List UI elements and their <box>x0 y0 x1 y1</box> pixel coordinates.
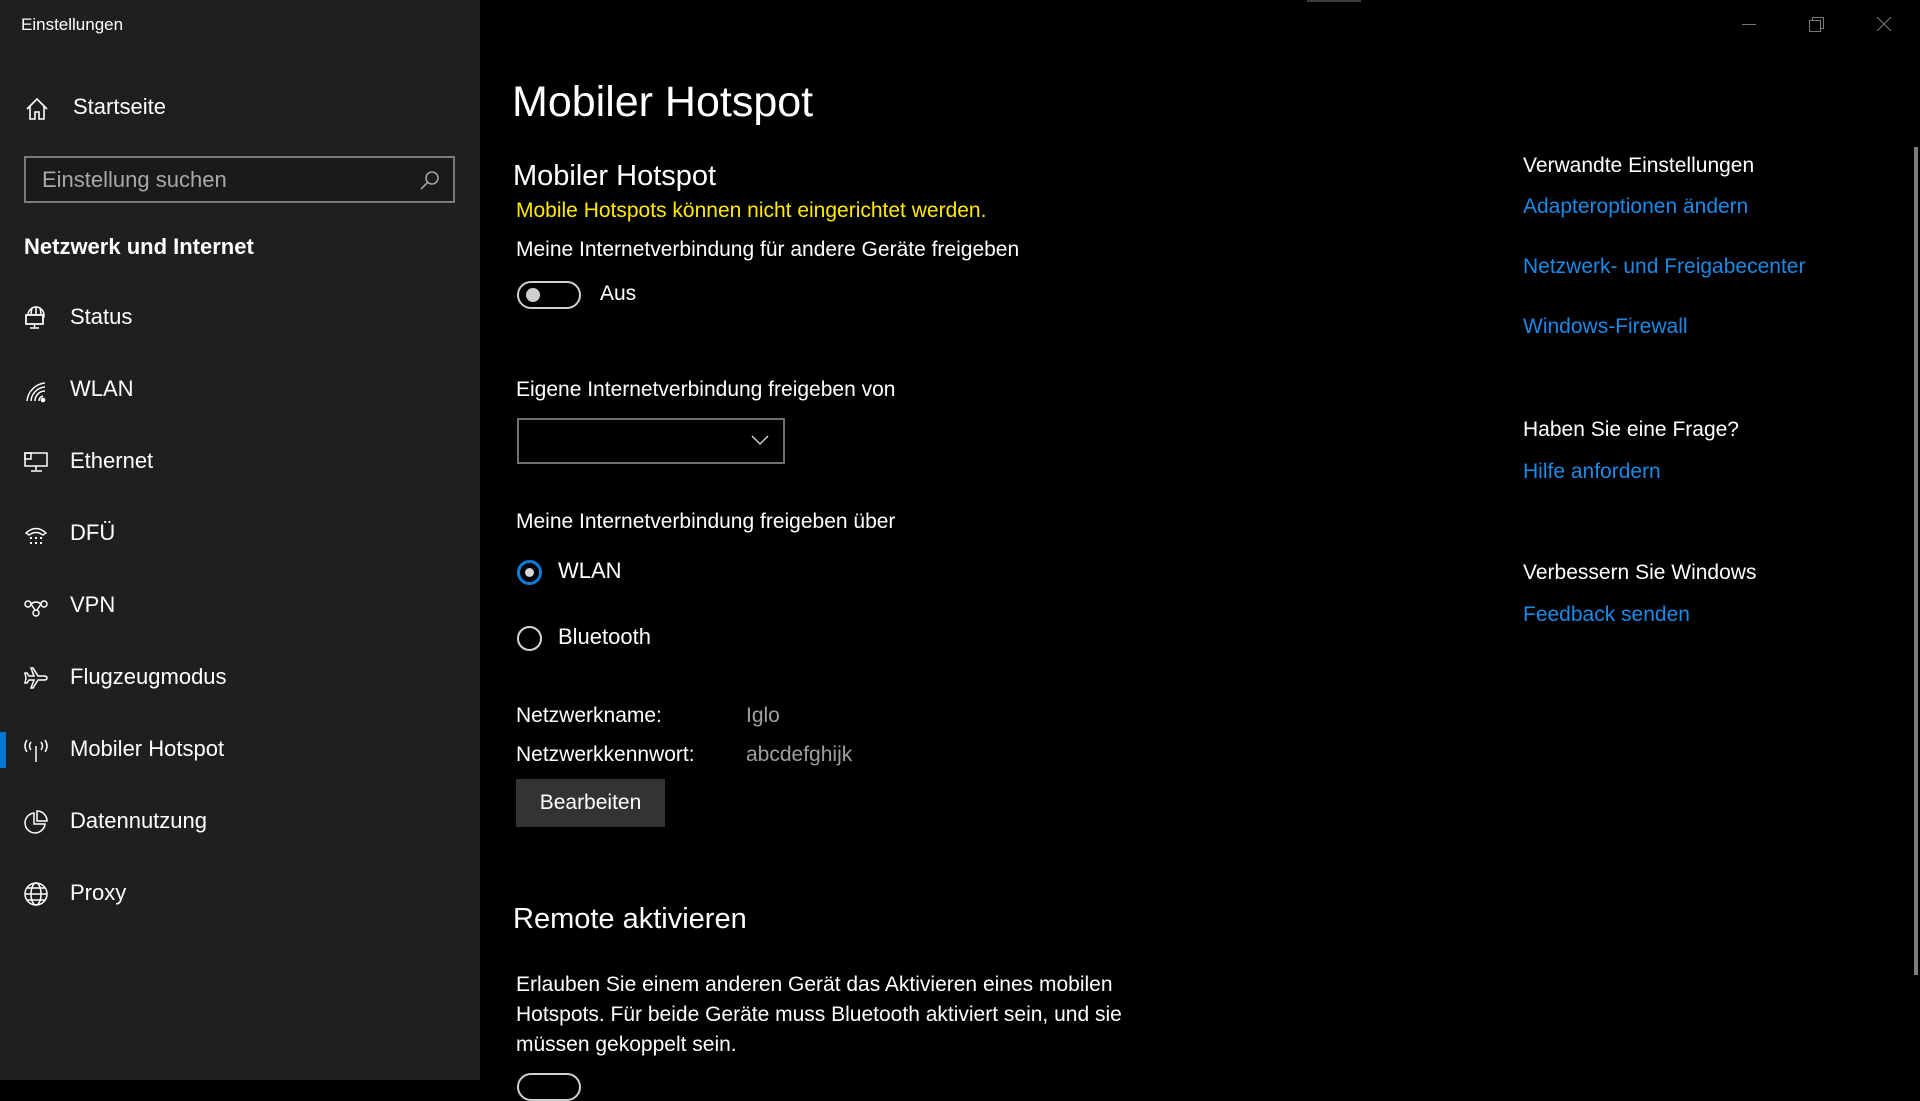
network-name-value: Iglo <box>746 704 780 727</box>
title-bar-drag-indicator <box>1307 0 1361 2</box>
minimize-button[interactable] <box>1718 0 1778 48</box>
sidebar-item-datennutzung[interactable]: Datennutzung <box>0 794 480 850</box>
airplane-icon <box>23 665 49 691</box>
network-password-label: Netzwerkkennwort: <box>516 743 695 766</box>
radio-label: WLAN <box>558 558 622 583</box>
toggle-state-label: Aus <box>600 282 637 305</box>
sidebar: Einstellungen Startseite Netzwerk und In… <box>0 0 480 1080</box>
share-toggle[interactable] <box>517 281 581 309</box>
sidebar-item-label: Ethernet <box>70 448 154 473</box>
search-box[interactable] <box>24 156 455 203</box>
sidebar-section-title: Netzwerk und Internet <box>24 234 254 259</box>
selection-indicator <box>0 732 6 768</box>
share-via-label: Meine Internetverbindung freigeben über <box>516 510 896 533</box>
data-usage-icon <box>23 809 49 835</box>
radio-selected-icon[interactable] <box>517 560 542 585</box>
share-from-label: Eigene Internetverbindung freigeben von <box>516 378 896 401</box>
radio-label: Bluetooth <box>558 624 651 649</box>
hotspot-icon <box>23 737 49 763</box>
link-windows-firewall[interactable]: Windows-Firewall <box>1523 315 1688 339</box>
app-title: Einstellungen <box>21 15 124 34</box>
sidebar-item-wlan[interactable]: WLAN <box>0 362 480 418</box>
sidebar-item-ethernet[interactable]: Ethernet <box>0 434 480 490</box>
dial-up-icon <box>23 521 49 547</box>
remote-toggle[interactable] <box>517 1073 581 1101</box>
sidebar-item-label: Status <box>70 304 133 329</box>
sidebar-item-mobiler-hotspot[interactable]: Mobiler Hotspot <box>0 722 480 778</box>
link-network-sharing-center[interactable]: Netzwerk- und Freigabecenter <box>1523 255 1805 279</box>
radio-unselected-icon[interactable] <box>517 626 542 651</box>
share-connection-label: Meine Internetverbindung für andere Gerä… <box>516 238 1020 261</box>
network-status-icon <box>23 305 49 331</box>
section-heading: Mobiler Hotspot <box>513 160 717 192</box>
share-from-dropdown[interactable] <box>517 418 785 464</box>
improve-windows-heading: Verbessern Sie Windows <box>1523 561 1757 584</box>
question-heading: Haben Sie eine Frage? <box>1523 418 1739 441</box>
ethernet-icon <box>23 449 49 475</box>
sidebar-home-label: Startseite <box>73 94 166 119</box>
close-icon <box>1876 16 1892 32</box>
vpn-icon <box>23 593 49 619</box>
restore-button[interactable] <box>1786 0 1846 48</box>
sidebar-item-label: Flugzeugmodus <box>70 664 227 689</box>
minimize-icon <box>1742 24 1756 25</box>
wifi-icon <box>23 377 49 403</box>
link-send-feedback[interactable]: Feedback senden <box>1523 603 1690 627</box>
sidebar-item-label: Mobiler Hotspot <box>70 736 225 761</box>
restore-icon <box>1809 17 1824 32</box>
related-settings-heading: Verwandte Einstellungen <box>1523 154 1755 177</box>
sidebar-item-vpn[interactable]: VPN <box>0 578 480 634</box>
sidebar-item-label: WLAN <box>70 376 134 401</box>
sidebar-item-dfu[interactable]: DFÜ <box>0 506 480 562</box>
sidebar-item-status[interactable]: Status <box>0 290 480 346</box>
remote-section-heading: Remote aktivieren <box>513 903 747 935</box>
home-icon <box>24 96 50 122</box>
network-name-label: Netzwerkname: <box>516 704 662 727</box>
sidebar-item-proxy[interactable]: Proxy <box>0 866 480 922</box>
page-title: Mobiler Hotspot <box>512 78 814 126</box>
search-input[interactable] <box>26 158 422 201</box>
sidebar-item-label: VPN <box>70 592 116 617</box>
sidebar-item-flugzeugmodus[interactable]: Flugzeugmodus <box>0 650 480 706</box>
edit-button[interactable]: Bearbeiten <box>516 779 665 827</box>
link-adapter-options[interactable]: Adapteroptionen ändern <box>1523 195 1748 219</box>
remote-description: Erlauben Sie einem anderen Gerät das Akt… <box>516 973 1122 1056</box>
chevron-down-icon <box>750 433 770 447</box>
globe-icon <box>23 881 49 907</box>
sidebar-home[interactable]: Startseite <box>0 88 480 130</box>
link-get-help[interactable]: Hilfe anfordern <box>1523 460 1661 484</box>
warning-message: Mobile Hotspots können nicht eingerichte… <box>516 199 987 222</box>
scrollbar[interactable] <box>1914 147 1918 975</box>
sidebar-item-label: Datennutzung <box>70 808 207 833</box>
search-icon[interactable] <box>419 169 441 191</box>
toggle-knob <box>526 288 540 302</box>
network-password-value: abcdefghijk <box>746 743 853 766</box>
sidebar-item-label: Proxy <box>70 880 127 905</box>
sidebar-item-label: DFÜ <box>70 520 116 545</box>
close-button[interactable] <box>1854 0 1914 48</box>
